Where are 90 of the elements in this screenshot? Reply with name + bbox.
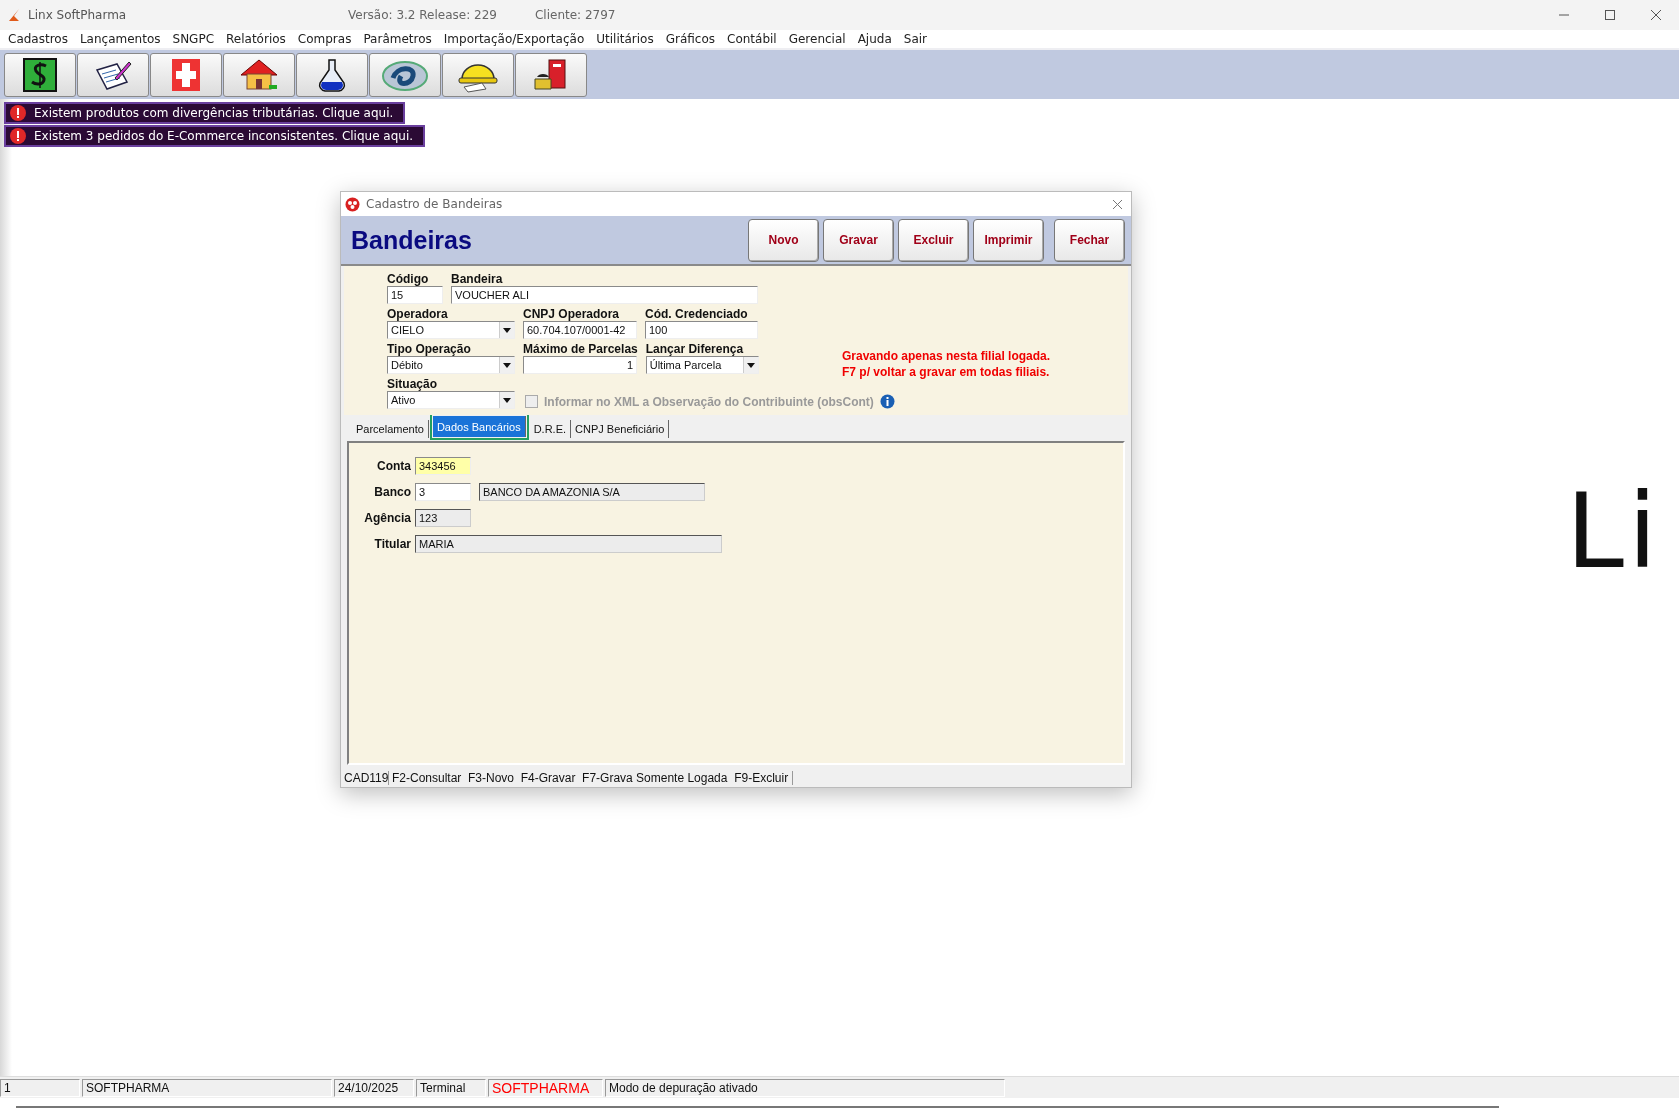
medical-cross-icon [170, 56, 202, 93]
status-cell: SOFTPHARMA [488, 1078, 603, 1097]
input-field[interactable]: 60.704.107/0001-42 [523, 321, 637, 339]
toolbar-button[interactable] [515, 52, 587, 97]
app-logo-icon [345, 196, 360, 212]
input-field[interactable]: 100 [645, 321, 758, 339]
checkbox-label: Informar no XML a Observação do Contribuinte (obsCont) [544, 394, 874, 409]
menu-item[interactable]: Gráficos [659, 32, 721, 46]
alert-text: Existem 3 pedidos do E-Commerce inconsistentes. Clique aqui. [34, 129, 414, 143]
tab[interactable]: Parcelamento [352, 420, 429, 438]
status-cell: 1 [0, 1078, 80, 1097]
alert-banner[interactable]: Existem produtos com divergências tributárias. Clique aqui. [4, 102, 406, 124]
menu-item[interactable]: Relatórios [220, 32, 292, 46]
dollar-document-icon [22, 56, 58, 93]
brand-logo: Li [1566, 479, 1661, 583]
dropdown-arrow-icon [503, 397, 511, 403]
input-field[interactable]: 1 [523, 356, 637, 374]
menu-item[interactable]: Ajuda [851, 32, 898, 46]
status-cell: 24/10/2025 [334, 1078, 414, 1097]
flask-icon [317, 56, 347, 93]
field-label: Máximo de Parcelas [523, 342, 638, 356]
menu-item[interactable]: Sair [897, 32, 933, 46]
status-cell: SOFTPHARMA [82, 1078, 332, 1097]
dialog-title: Cadastro de Bandeiras [366, 197, 503, 211]
warning-icon [10, 105, 26, 121]
action-button[interactable]: Gravar [823, 218, 894, 262]
input-field[interactable]: 343456 [415, 457, 471, 475]
toolbar-button[interactable] [4, 52, 76, 97]
combo-box[interactable]: CIELO [387, 321, 515, 339]
input-field[interactable]: VOUCHER ALI [451, 286, 758, 304]
toolbar-button[interactable] [77, 52, 149, 97]
window-title: Linx SoftPharma [28, 8, 128, 22]
combo-box[interactable]: Última Parcela [645, 356, 759, 374]
action-button[interactable]: Fechar [1054, 218, 1125, 262]
input-field[interactable]: 123 [415, 509, 471, 527]
close-icon [1111, 198, 1123, 210]
field-label: Código [387, 272, 430, 286]
field-label: Conta [376, 459, 411, 473]
menu-item[interactable]: Importação/Exportação [437, 32, 591, 46]
toolbar-button[interactable] [296, 52, 368, 97]
toolbar-button[interactable] [223, 52, 295, 97]
warning-text: Gravando apenas nesta filial logada. [842, 348, 1051, 364]
maximize-icon [1604, 9, 1616, 21]
warning-icon [10, 128, 26, 144]
status-text: CAD119 [341, 771, 389, 785]
close-icon [1650, 9, 1662, 21]
action-button[interactable]: Novo [748, 218, 819, 262]
menu-item[interactable]: Gerencial [782, 32, 852, 46]
tab[interactable]: D.R.E. [529, 420, 572, 438]
menu-item[interactable]: Compras [291, 32, 358, 46]
menu-item[interactable]: Contábil [721, 32, 783, 46]
dialog-heading: Bandeiras [351, 225, 472, 255]
action-button[interactable]: Imprimir [973, 218, 1044, 262]
field-label: Bandeira [451, 272, 504, 286]
action-button[interactable]: Excluir [898, 218, 969, 262]
status-text: F2-Consultar F3-Novo F4-Gravar F7-Grava Somente Logada F9-Excluir [389, 771, 794, 785]
toolbar-button[interactable] [369, 52, 441, 97]
tab[interactable]: CNPJ Beneficiário [571, 420, 670, 438]
alert-banner[interactable]: Existem 3 pedidos do E-Commerce inconsistentes. Clique aqui. [4, 125, 426, 147]
info-icon[interactable] [879, 394, 895, 409]
tab[interactable]: Dados Bancários [432, 416, 526, 437]
field-label: Cód. Credenciado [645, 307, 749, 321]
input-field[interactable]: MARIA [415, 535, 722, 553]
menu-item[interactable]: SNGPC [166, 32, 221, 46]
input-field[interactable]: 3 [415, 483, 471, 501]
dropdown-arrow-icon [503, 362, 511, 368]
field-label: Agência [363, 511, 411, 525]
field-label: Tipo Operação [387, 342, 472, 356]
dropdown-arrow-icon [503, 327, 511, 333]
input-field[interactable]: 15 [387, 286, 443, 304]
field-label: Situação [387, 377, 438, 391]
combo-box[interactable]: Débito [387, 356, 515, 374]
dropdown-arrow-icon [746, 362, 755, 368]
field-label: Operadora [387, 307, 449, 321]
menu-item[interactable]: Lançamentos [73, 32, 167, 46]
status-cell: Terminal [416, 1078, 486, 1097]
menu-item[interactable]: Parâmetros [357, 32, 438, 46]
warning-text: F7 p/ voltar a gravar em todas filiais. [842, 364, 1051, 380]
input-field[interactable]: BANCO DA AMAZONIA S/A [479, 483, 705, 501]
field-label: Banco [373, 485, 411, 499]
field-label: Titular [373, 537, 411, 551]
version-text: Versão: 3.2 Release: 229 [348, 8, 497, 22]
client-text: Cliente: 2797 [534, 8, 616, 22]
menu-item[interactable]: Utilitários [590, 32, 660, 46]
menu-item[interactable]: Cadastros [2, 32, 74, 46]
alert-text: Existem produtos com divergências tributárias. Clique aqui. [34, 106, 394, 120]
combo-box[interactable]: Ativo [387, 391, 515, 409]
status-cell: Modo de depuração ativado [605, 1078, 1005, 1097]
field-label: CNPJ Operadora [523, 307, 621, 321]
field-label: Lançar Diferença [645, 342, 745, 356]
